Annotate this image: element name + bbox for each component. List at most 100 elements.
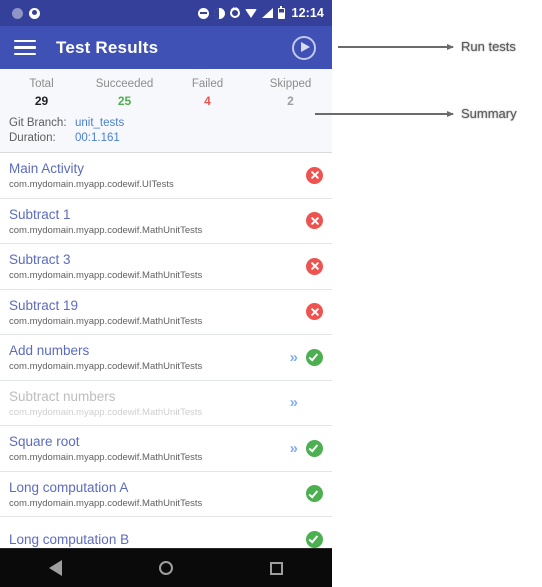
test-row-texts: Add numbers com.mydomain.myapp.codewif.Ma… — [9, 341, 284, 373]
test-row-icons: » — [290, 439, 323, 457]
test-row[interactable]: Long computation A com.mydomain.myapp.cod… — [0, 471, 332, 517]
test-row-icons — [306, 166, 323, 184]
test-package: com.mydomain.myapp.codewif.MathUnitTests — [9, 497, 203, 509]
vibrate-icon — [213, 7, 225, 19]
test-row-icons — [306, 303, 323, 321]
test-row-texts: Subtract 3 com.mydomain.myapp.codewif.Mat… — [9, 250, 300, 282]
test-name: Main Activity — [9, 161, 85, 177]
summary-meta-key: Duration: — [9, 132, 56, 144]
summary-meta-value: 00:1.161 — [75, 132, 120, 144]
do-not-disturb-icon — [197, 7, 209, 19]
summary-stat-value: 2 — [287, 94, 294, 108]
circle-grey-icon — [12, 7, 23, 19]
test-row-texts: Subtract 1 com.mydomain.myapp.codewif.Mat… — [9, 205, 300, 237]
page-title: Test Results — [56, 37, 159, 57]
hamburger-menu-icon[interactable] — [14, 39, 36, 56]
test-row-texts: Subtract numbers com.mydomain.myapp.codew… — [9, 387, 284, 419]
test-row[interactable]: Subtract 19 com.mydomain.myapp.codewif.Ma… — [0, 289, 332, 335]
fail-circle-icon — [306, 257, 323, 275]
pass-check-circle-icon — [306, 348, 323, 366]
fail-circle-icon — [306, 303, 323, 321]
status-bar-system-icons: 12:14 — [197, 5, 332, 20]
summary-meta-key: Git Branch: — [9, 117, 67, 129]
summary-stat-skipped: Skipped 2 — [249, 76, 332, 109]
test-row[interactable]: Main Activity com.mydomain.myapp.codewif.… — [0, 153, 332, 199]
android-status-bar: 12:14 — [0, 0, 332, 26]
test-row-icons — [306, 485, 323, 503]
test-row-icons — [306, 257, 323, 275]
test-row[interactable]: Subtract 1 com.mydomain.myapp.codewif.Mat… — [0, 198, 332, 244]
double-chevron-right-icon[interactable]: » — [290, 395, 298, 410]
pass-check-circle-icon — [306, 485, 323, 503]
account-circle-icon — [29, 7, 40, 19]
test-package: com.mydomain.myapp.codewif.MathUnitTests — [9, 315, 203, 327]
summary-meta-row: Git Branch: unit_tests — [9, 116, 332, 131]
test-name: Subtract numbers — [9, 388, 116, 404]
back-triangle-icon[interactable] — [48, 560, 62, 576]
test-name: Subtract 1 — [9, 206, 71, 222]
summary-stat-value: 29 — [34, 94, 49, 108]
test-package: com.mydomain.myapp.codewif.UITests — [9, 179, 174, 191]
test-row[interactable]: Subtract 3 com.mydomain.myapp.codewif.Mat… — [0, 244, 332, 290]
summary-stat-failed: Failed 4 — [166, 76, 249, 109]
test-row-texts: Long computation B — [9, 530, 300, 548]
recents-square-icon[interactable] — [270, 561, 284, 575]
summary-stats-row: Total 29 Succeeded 25 Failed 4 Skipped 2 — [0, 69, 332, 109]
android-navigation-bar — [0, 548, 332, 587]
test-row[interactable]: Square root com.mydomain.myapp.codewif.Ma… — [0, 426, 332, 472]
test-row-icons — [306, 212, 323, 230]
test-package: com.mydomain.myapp.codewif.MathUnitTests — [9, 361, 203, 373]
status-bar-clock: 12:14 — [291, 6, 324, 20]
fail-circle-icon — [306, 212, 323, 230]
test-package: com.mydomain.myapp.codewif.MathUnitTests — [9, 406, 203, 418]
test-row[interactable]: Add numbers com.mydomain.myapp.codewif.Ma… — [0, 335, 332, 381]
test-name: Long computation B — [9, 531, 130, 547]
annotation-label-summary: Summary — [461, 106, 517, 121]
test-name: Long computation A — [9, 479, 129, 495]
test-package: com.mydomain.myapp.codewif.MathUnitTests — [9, 452, 203, 464]
test-row[interactable]: Subtract numbers com.mydomain.myapp.codew… — [0, 380, 332, 426]
test-row-texts: Main Activity com.mydomain.myapp.codewif.… — [9, 159, 300, 191]
annotation-label-run-tests: Run tests — [461, 39, 516, 54]
test-row-texts: Subtract 19 com.mydomain.myapp.codewif.Ma… — [9, 296, 300, 328]
wifi-icon — [244, 8, 257, 18]
summary-stat-succeeded: Succeeded 25 — [83, 76, 166, 109]
test-results-list[interactable]: Main Activity com.mydomain.myapp.codewif.… — [0, 153, 332, 548]
status-bar-notifications — [0, 7, 40, 19]
fail-circle-icon — [306, 166, 323, 184]
run-tests-button[interactable] — [292, 35, 316, 60]
summary-stat-value: 25 — [117, 94, 132, 108]
summary-stat-label: Succeeded — [95, 78, 154, 90]
double-chevron-right-icon[interactable]: » — [290, 350, 298, 365]
app-bar: Test Results — [0, 26, 332, 69]
annotation-leader-line-run-tests — [338, 43, 454, 50]
test-name: Add numbers — [9, 343, 90, 359]
battery-icon — [277, 5, 285, 19]
test-row-texts: Square root com.mydomain.myapp.codewif.Ma… — [9, 432, 284, 464]
summary-meta-value: unit_tests — [75, 117, 125, 129]
summary-stat-value: 4 — [204, 94, 211, 108]
test-row-icons: » — [290, 395, 323, 410]
annotation-leader-line-summary — [315, 110, 454, 117]
summary-meta: Git Branch: unit_tests Duration: 00:1.161 — [0, 109, 332, 146]
summary-meta-row: Duration: 00:1.161 — [9, 131, 332, 146]
test-package: com.mydomain.myapp.codewif.MathUnitTests — [9, 224, 203, 236]
summary-stat-label: Total — [29, 78, 54, 90]
cell-signal-icon — [261, 8, 273, 18]
summary-stat-total: Total 29 — [0, 76, 83, 109]
summary-stat-label: Skipped — [269, 78, 312, 90]
home-circle-icon[interactable] — [158, 561, 173, 575]
test-name: Subtract 19 — [9, 297, 79, 313]
test-package: com.mydomain.myapp.codewif.MathUnitTests — [9, 270, 203, 282]
summary-panel: Total 29 Succeeded 25 Failed 4 Skipped 2 Git Br… — [0, 69, 332, 153]
test-row[interactable]: Long computation B — [0, 517, 332, 548]
phone-device-frame: 12:14 Test Results Total 29 Succeeded 25 Fai… — [0, 0, 332, 587]
alarm-icon — [229, 8, 240, 18]
test-row-icons: » — [290, 348, 323, 366]
test-name: Subtract 3 — [9, 252, 71, 268]
pass-check-circle-icon — [306, 439, 323, 457]
summary-stat-label: Failed — [191, 78, 224, 90]
double-chevron-right-icon[interactable]: » — [290, 441, 298, 456]
test-row-texts: Long computation A com.mydomain.myapp.cod… — [9, 478, 300, 510]
pass-check-circle-icon — [306, 530, 323, 548]
